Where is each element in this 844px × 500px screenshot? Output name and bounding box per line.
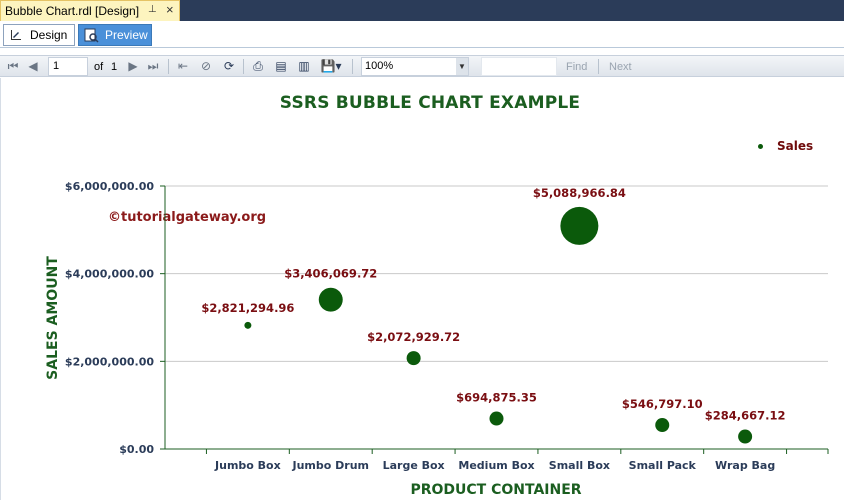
bubble (738, 429, 753, 444)
x-axis-title: PRODUCT CONTAINER (410, 482, 581, 498)
x-tick-label: Wrap Bag (715, 459, 775, 472)
bubble (318, 287, 343, 312)
data-label: $546,797.10 (622, 397, 703, 411)
x-tick-label: Small Pack (629, 459, 697, 472)
y-axis-title: SALES AMOUNT (45, 256, 61, 380)
bubble (406, 351, 421, 366)
y-tick-label: $0.00 (119, 443, 154, 456)
data-label: $5,088,966.84 (533, 186, 626, 200)
bubble-chart: $0.00 $2,000,000.00 $4,000,000.00 $6,000,00… (45, 180, 829, 498)
data-label: $3,406,069.72 (284, 267, 377, 281)
x-tick-label: Large Box (383, 459, 445, 472)
bubble (655, 418, 670, 433)
data-label: $694,875.35 (456, 391, 537, 405)
bubble (489, 411, 504, 426)
x-tick-label: Small Box (549, 459, 610, 472)
data-label: $2,072,929.72 (367, 330, 460, 344)
y-tick-label: $6,000,000.00 (65, 180, 154, 193)
y-tick-label: $2,000,000.00 (65, 355, 154, 368)
data-label: $284,667.12 (705, 409, 786, 423)
x-tick-label: Medium Box (458, 459, 534, 472)
y-tick-label: $4,000,000.00 (65, 268, 154, 281)
bubble (560, 206, 599, 245)
bubble (244, 321, 252, 329)
x-tick-label: Jumbo Drum (292, 459, 370, 472)
x-tick-label: Jumbo Box (214, 459, 281, 472)
data-label: $2,821,294.96 (201, 301, 294, 315)
